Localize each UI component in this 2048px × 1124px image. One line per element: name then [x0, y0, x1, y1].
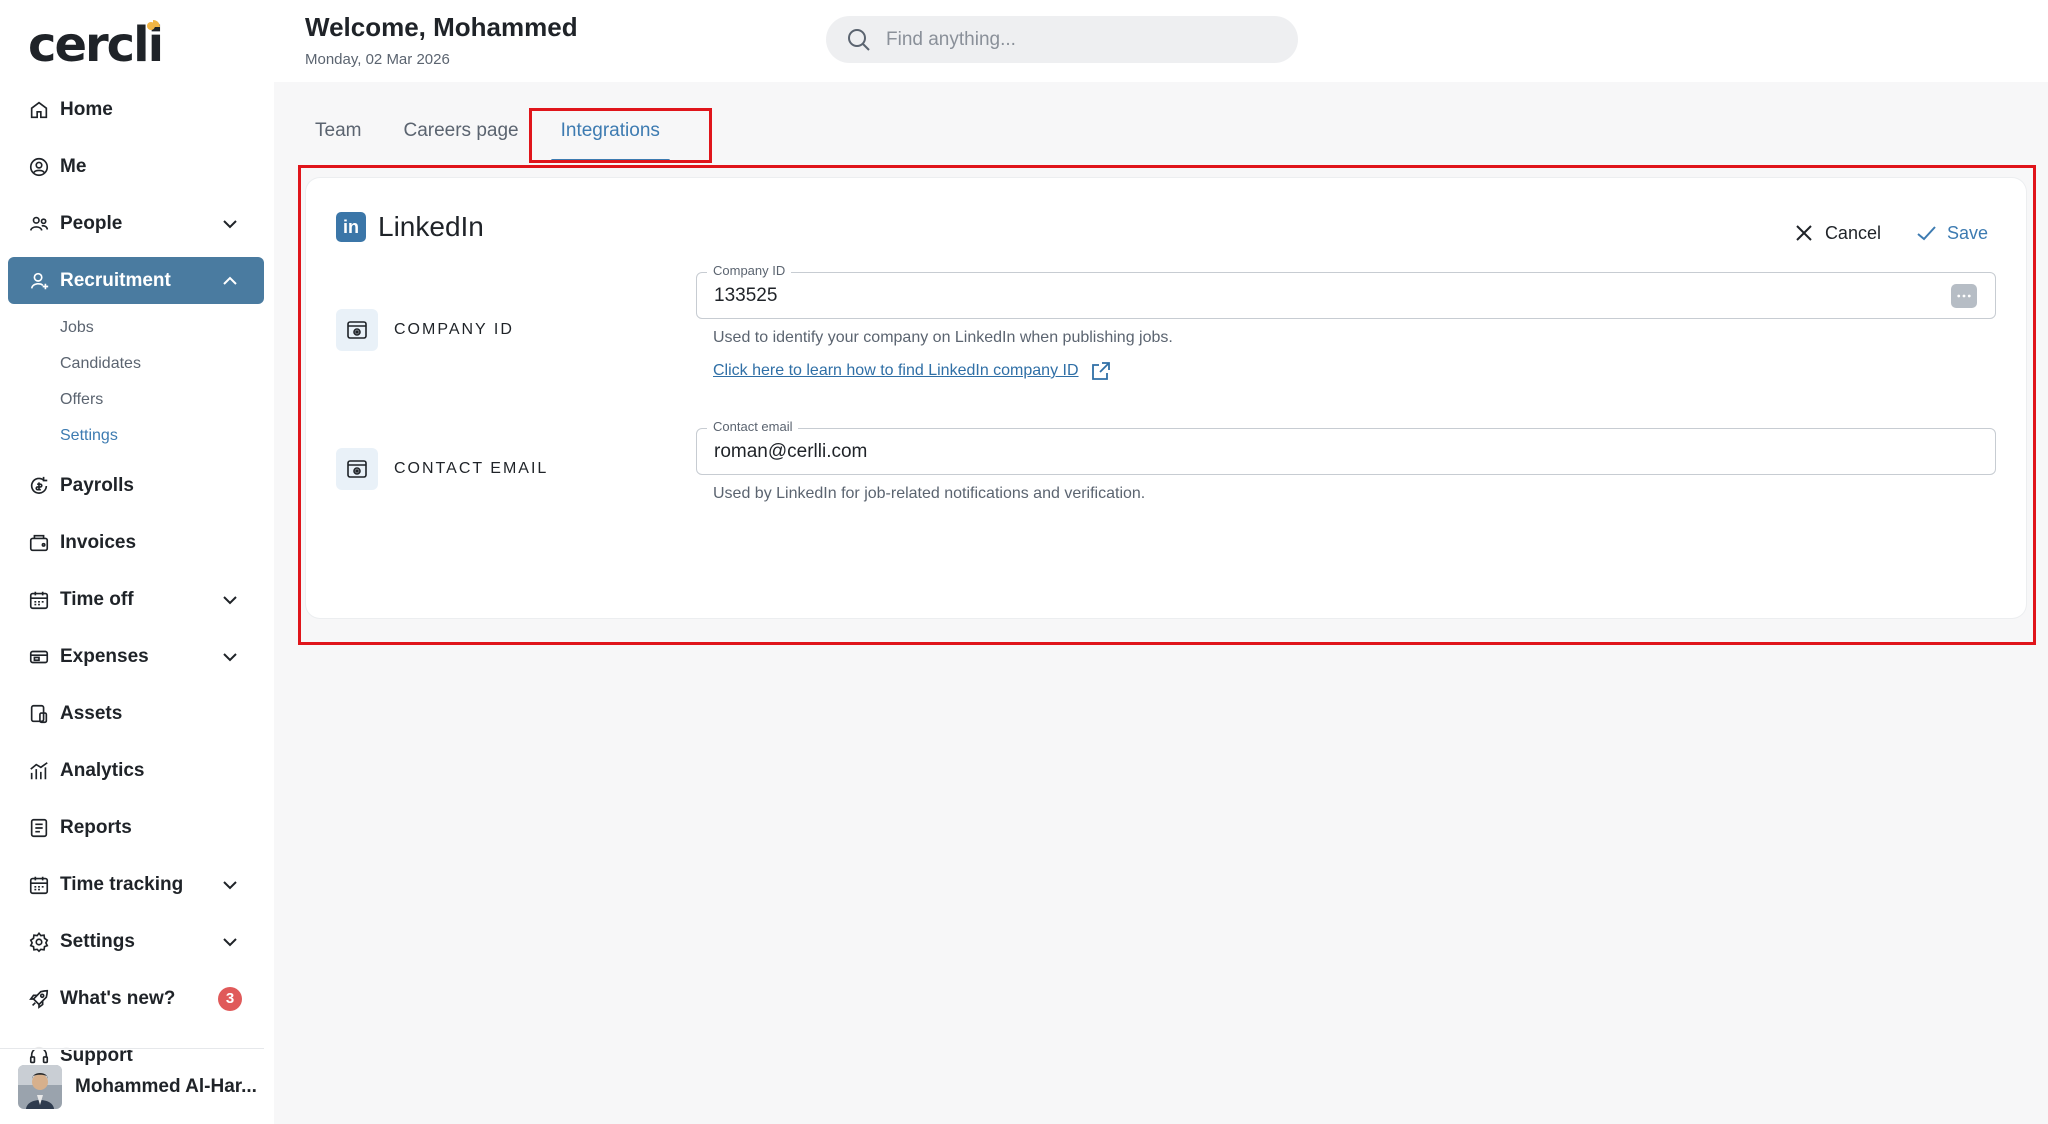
- sidebar-item-time-tracking[interactable]: Time tracking: [8, 861, 264, 908]
- avatar: [18, 1064, 62, 1109]
- calendar-icon: [29, 591, 49, 609]
- sidebar-item-people[interactable]: People: [8, 200, 264, 247]
- rocket-icon: [29, 989, 49, 1009]
- sidebar-item-label: Settings: [60, 930, 135, 952]
- main-content: Team Careers page Integrations in Linked…: [274, 82, 2048, 1124]
- logo-text: cercli: [28, 17, 164, 73]
- sidebar: cercli Home Me People Recruitment Jobs C…: [0, 0, 274, 1124]
- sidebar-item-assets[interactable]: Assets: [8, 690, 264, 737]
- search-icon: [848, 28, 870, 51]
- recruitment-submenu: Jobs Candidates Offers Settings: [8, 310, 264, 454]
- top-header: Welcome, Mohammed Monday, 02 Mar 2026: [274, 0, 2048, 82]
- sidebar-item-reports[interactable]: Reports: [8, 804, 264, 851]
- sidebar-item-whats-new[interactable]: What's new? 3: [8, 975, 264, 1022]
- user-name: Mohammed Al-Har...: [75, 1075, 257, 1097]
- gear-icon: [29, 931, 49, 952]
- sidebar-item-me[interactable]: Me: [8, 143, 264, 190]
- logo-accent-icon: [147, 20, 160, 30]
- calendar-icon: [29, 876, 49, 894]
- page-title: Welcome, Mohammed: [305, 12, 578, 42]
- notification-badge: 3: [218, 987, 242, 1011]
- chevron-up-icon[interactable]: [220, 271, 240, 291]
- chevron-down-icon[interactable]: [220, 590, 240, 610]
- analytics-icon: [30, 761, 48, 779]
- sidebar-item-label: Me: [60, 155, 87, 177]
- reports-icon: [30, 818, 48, 837]
- sidebar-item-label: Reports: [60, 816, 132, 838]
- sidebar-item-home[interactable]: Home: [8, 86, 264, 133]
- sidebar-subitem-offers[interactable]: Offers: [8, 382, 264, 418]
- sidebar-item-label: What's new?: [60, 987, 176, 1009]
- sidebar-subitem-jobs[interactable]: Jobs: [8, 310, 264, 346]
- sidebar-item-label: Time tracking: [60, 873, 184, 895]
- sidebar-nav: Home Me People Recruitment Jobs Candidat…: [8, 86, 264, 1089]
- nav-scroll-fade: [0, 1030, 274, 1050]
- highlight-box-tab: [529, 108, 712, 163]
- search-bar[interactable]: [826, 16, 1298, 63]
- assets-icon: [30, 704, 48, 723]
- sidebar-item-label: Home: [60, 98, 113, 120]
- people-icon: [29, 216, 49, 231]
- tab-careers-page[interactable]: Careers page: [403, 112, 518, 156]
- sidebar-item-settings[interactable]: Settings: [8, 918, 264, 965]
- chevron-down-icon[interactable]: [220, 647, 240, 667]
- sidebar-item-label: Time off: [60, 588, 134, 610]
- sidebar-item-label: Analytics: [60, 759, 145, 781]
- user-circle-icon: [29, 157, 49, 176]
- tab-team[interactable]: Team: [315, 112, 361, 156]
- search-input[interactable]: [884, 27, 1268, 52]
- user-profile[interactable]: Mohammed Al-Har...: [0, 1048, 264, 1124]
- sidebar-item-time-off[interactable]: Time off: [8, 576, 264, 623]
- highlight-box-card: [298, 165, 2036, 645]
- expenses-icon: [29, 650, 49, 663]
- invoice-icon: [29, 534, 49, 551]
- sidebar-item-invoices[interactable]: Invoices: [8, 519, 264, 566]
- sidebar-item-label: Recruitment: [60, 269, 171, 291]
- sidebar-item-payrolls[interactable]: Payrolls: [8, 462, 264, 509]
- recruitment-icon: [30, 272, 49, 289]
- home-icon: [30, 101, 48, 118]
- sidebar-item-label: Payrolls: [60, 474, 134, 496]
- chevron-down-icon[interactable]: [220, 875, 240, 895]
- sidebar-item-expenses[interactable]: Expenses: [8, 633, 264, 680]
- sidebar-item-label: Expenses: [60, 645, 149, 667]
- sidebar-item-label: Assets: [60, 702, 123, 724]
- cercli-logo[interactable]: cercli: [28, 17, 164, 73]
- sidebar-subitem-settings[interactable]: Settings: [8, 418, 264, 454]
- chevron-down-icon[interactable]: [220, 214, 240, 234]
- sidebar-item-label: People: [60, 212, 123, 234]
- current-date: Monday, 02 Mar 2026: [305, 51, 450, 68]
- sidebar-item-label: Invoices: [60, 531, 137, 553]
- sidebar-item-analytics[interactable]: Analytics: [8, 747, 264, 794]
- chevron-down-icon[interactable]: [220, 932, 240, 952]
- sidebar-subitem-candidates[interactable]: Candidates: [8, 346, 264, 382]
- sidebar-item-recruitment[interactable]: Recruitment: [8, 257, 264, 304]
- payroll-icon: [30, 476, 48, 494]
